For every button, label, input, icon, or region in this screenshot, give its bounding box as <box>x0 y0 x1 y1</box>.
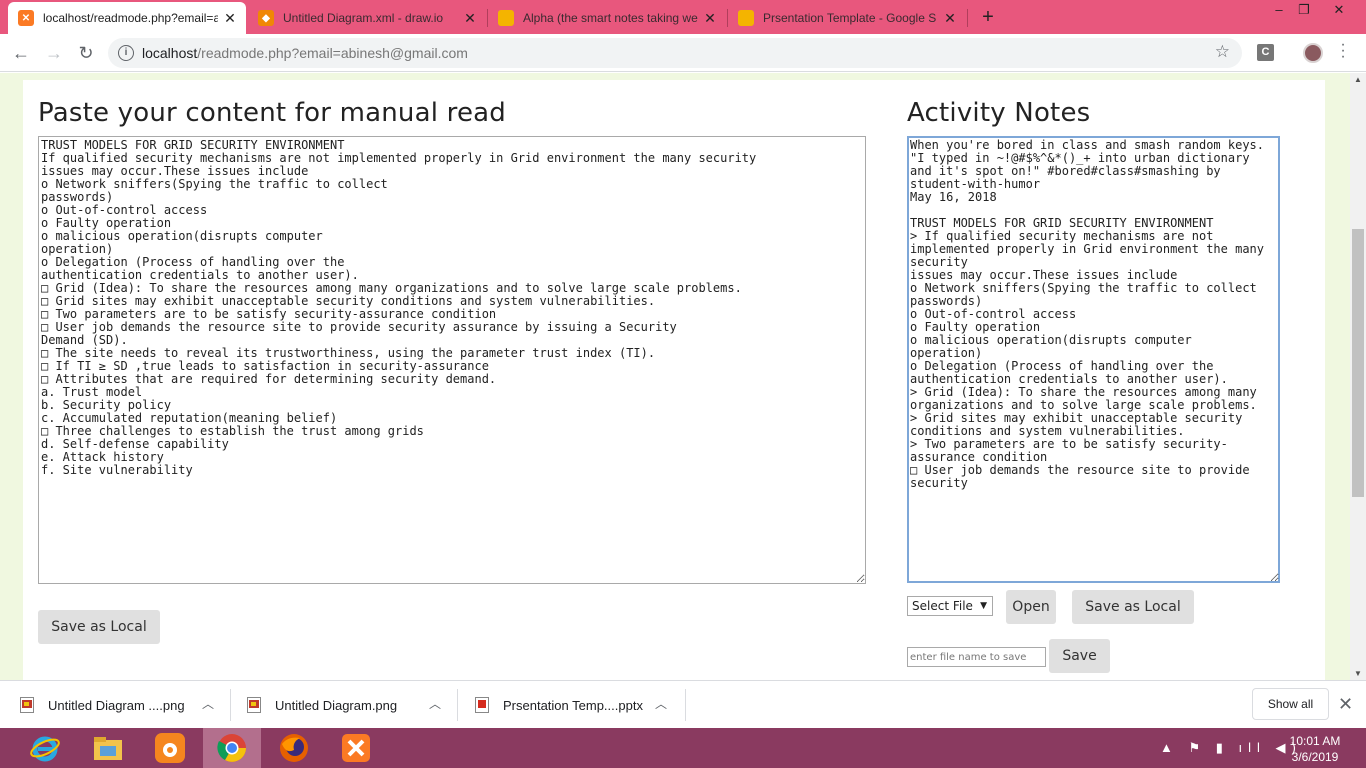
info-icon[interactable]: i <box>118 45 134 61</box>
taskbar-clock[interactable]: 10:01 AM 3/6/2019 <box>1285 733 1345 765</box>
close-tab-icon[interactable]: ✕ <box>942 10 958 26</box>
chevron-up-icon[interactable]: ︿ <box>429 695 441 712</box>
tab-title: Alpha (the smart notes taking we <box>523 11 698 25</box>
dropdown-caret-icon: ▼ <box>980 601 987 611</box>
uc-browser-icon[interactable] <box>141 728 199 768</box>
chrome-icon[interactable] <box>203 728 261 768</box>
chevron-up-icon[interactable]: ︿ <box>202 695 214 712</box>
notes-save-as-local-button[interactable]: Save as Local <box>1072 590 1194 624</box>
tab-title: localhost/readmode.php?email=a <box>43 11 218 25</box>
download-shelf: Untitled Diagram ....png ︿ Untitled Diag… <box>0 680 1366 728</box>
activity-notes-textarea[interactable]: When you're bored in class and smash ran… <box>907 136 1280 583</box>
pptx-file-icon <box>475 697 489 713</box>
file-explorer-icon[interactable] <box>79 728 137 768</box>
scroll-down-arrow-icon[interactable]: ▼ <box>1354 669 1362 678</box>
windows-taskbar: ▲ ⚑ ▮ ıll ◀) 10:01 AM 3/6/2019 <box>0 728 1366 768</box>
chevron-up-icon[interactable]: ︿ <box>655 695 667 712</box>
page-viewport: Paste your content for manual read TRUST… <box>0 73 1350 680</box>
download-filename: Prsentation Temp....pptx <box>503 697 643 713</box>
download-filename: Untitled Diagram ....png <box>48 697 185 713</box>
system-tray-icons[interactable]: ▲ ⚑ ▮ ıll ◀) <box>1160 740 1302 756</box>
bookmark-star-icon[interactable]: ☆ <box>1215 42 1230 62</box>
close-tab-icon[interactable]: ✕ <box>222 10 238 26</box>
content-panel: Paste your content for manual read TRUST… <box>23 80 1325 680</box>
xampp-icon[interactable] <box>327 728 385 768</box>
scrollbar-thumb[interactable] <box>1352 229 1364 497</box>
slides-icon <box>738 10 754 26</box>
right-heading: Activity Notes <box>907 98 1091 128</box>
left-heading: Paste your content for manual read <box>38 98 506 128</box>
clock-date: 3/6/2019 <box>1291 750 1339 764</box>
scroll-up-arrow-icon[interactable]: ▲ <box>1354 75 1362 84</box>
image-file-icon <box>247 697 261 713</box>
restore-button[interactable]: ❐ <box>1287 0 1321 22</box>
url-text: localhost/readmode.php?email=abinesh@gma… <box>142 45 468 61</box>
firefox-icon[interactable] <box>265 728 323 768</box>
show-all-button[interactable]: Show all <box>1252 688 1329 720</box>
download-item[interactable]: Untitled Diagram ....png ︿ <box>20 681 230 729</box>
xampp-icon: ✕ <box>18 10 34 26</box>
close-window-button[interactable]: ✕ <box>1322 0 1356 22</box>
tab-presentation[interactable]: Prsentation Template - Google S ✕ <box>728 2 966 34</box>
tab-strip: ✕ localhost/readmode.php?email=a ✕ ◆ Unt… <box>0 0 1366 34</box>
drawio-icon: ◆ <box>258 10 274 26</box>
filename-input[interactable] <box>907 647 1046 667</box>
reload-button[interactable]: ↻ <box>74 41 98 65</box>
close-shelf-icon[interactable]: ✕ <box>1338 694 1353 715</box>
tab-drawio[interactable]: ◆ Untitled Diagram.xml - draw.io ✕ <box>248 2 486 34</box>
select-file-dropdown[interactable]: Select File ▼ <box>907 596 993 616</box>
close-tab-icon[interactable]: ✕ <box>702 10 718 26</box>
back-button[interactable]: ← <box>9 41 33 65</box>
download-item[interactable]: Untitled Diagram.png ︿ <box>247 681 457 729</box>
save-as-local-button[interactable]: Save as Local <box>38 610 160 644</box>
profile-avatar[interactable] <box>1303 43 1323 63</box>
shelf-separator <box>230 689 231 721</box>
tab-separator <box>967 9 968 27</box>
url-path: /readmode.php?email=abinesh@gmail.com <box>197 45 468 61</box>
shelf-separator <box>457 689 458 721</box>
clock-time: 10:01 AM <box>1289 734 1341 748</box>
tab-title: Prsentation Template - Google S <box>763 11 937 25</box>
shelf-separator <box>685 689 686 721</box>
url-host: localhost <box>142 45 198 61</box>
image-file-icon <box>20 697 34 713</box>
download-filename: Untitled Diagram.png <box>275 697 398 713</box>
page-scrollbar[interactable]: ▲ ▼ <box>1350 73 1366 680</box>
tab-readmode[interactable]: ✕ localhost/readmode.php?email=a ✕ <box>8 2 246 34</box>
new-tab-button[interactable]: + <box>976 5 1000 29</box>
extension-icon[interactable]: C <box>1257 44 1274 61</box>
browser-toolbar: ← → ↻ i localhost/readmode.php?email=abi… <box>0 34 1366 72</box>
address-bar[interactable]: i localhost/readmode.php?email=abinesh@g… <box>108 38 1242 68</box>
forward-button[interactable]: → <box>42 41 66 65</box>
select-file-label: Select File <box>912 599 973 613</box>
download-item[interactable]: Prsentation Temp....pptx ︿ <box>475 681 685 729</box>
save-button[interactable]: Save <box>1049 639 1110 673</box>
tab-alpha[interactable]: Alpha (the smart notes taking we ✕ <box>488 2 726 34</box>
manual-read-textarea[interactable]: TRUST MODELS FOR GRID SECURITY ENVIRONME… <box>38 136 866 584</box>
kebab-menu-icon[interactable]: · · · <box>1338 37 1348 65</box>
internet-explorer-icon[interactable] <box>16 728 74 768</box>
tab-title: Untitled Diagram.xml - draw.io <box>283 11 444 25</box>
close-tab-icon[interactable]: ✕ <box>462 10 478 26</box>
open-button[interactable]: Open <box>1006 590 1056 624</box>
slides-icon <box>498 10 514 26</box>
